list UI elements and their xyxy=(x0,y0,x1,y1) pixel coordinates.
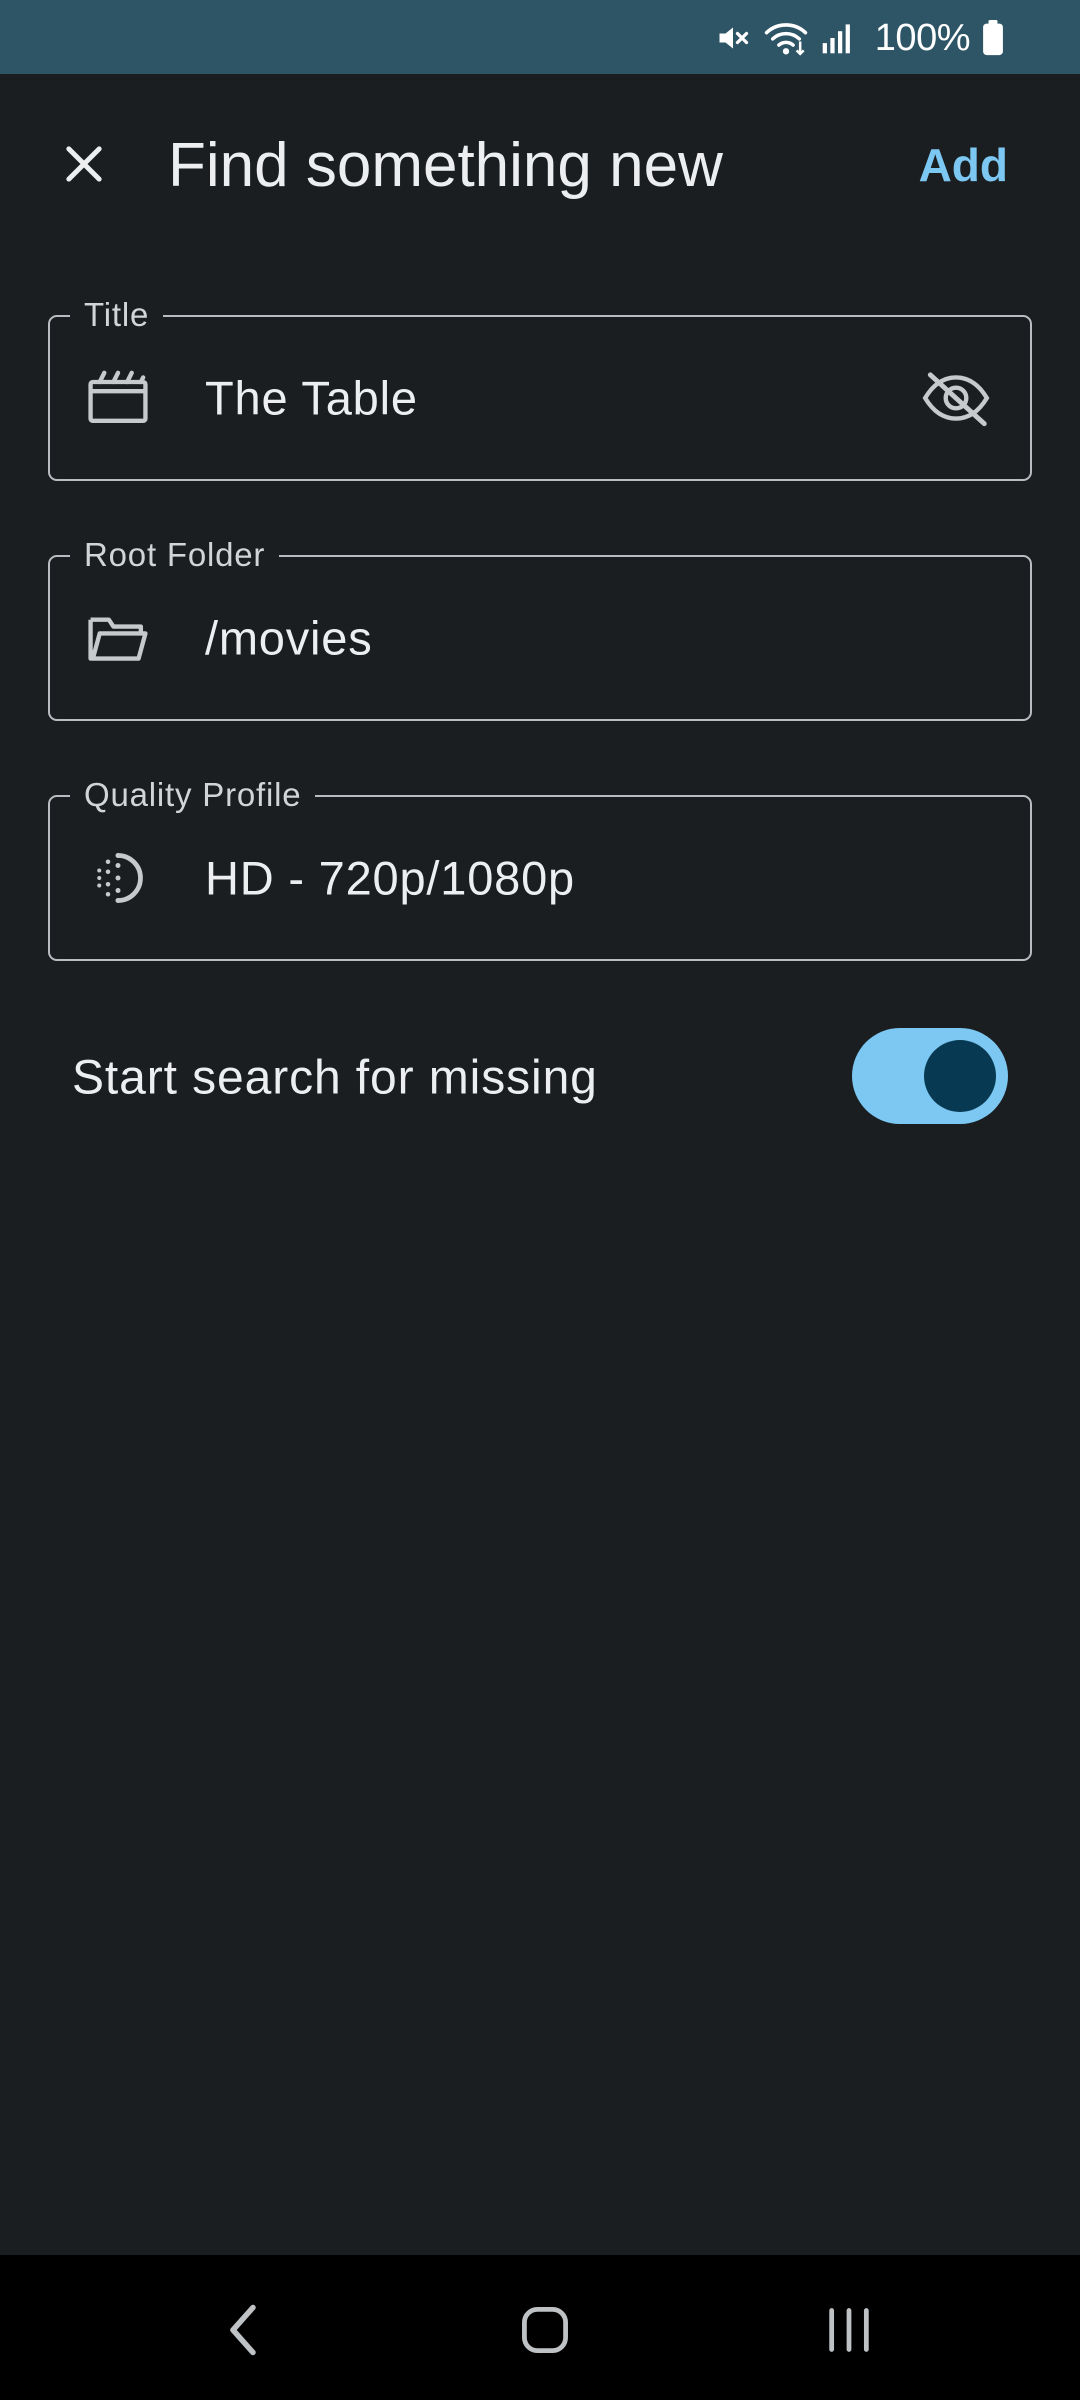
search-missing-label: Start search for missing xyxy=(72,1051,598,1105)
title-field[interactable]: Title The Table xyxy=(48,295,1032,481)
quality-profile-field[interactable]: Quality Profile HD - 720p/1080p xyxy=(48,775,1032,961)
close-icon xyxy=(66,146,102,182)
home-icon xyxy=(522,2307,568,2353)
mute-icon xyxy=(715,20,751,56)
title-value: The Table xyxy=(205,371,418,425)
root-folder-value: /movies xyxy=(205,611,373,665)
recents-icon xyxy=(829,2308,869,2352)
battery-icon xyxy=(982,20,1004,56)
search-missing-toggle[interactable] xyxy=(852,1028,1008,1124)
clapperboard-icon xyxy=(86,366,150,430)
page-title: Find something new xyxy=(168,131,723,200)
status-icons: 100% xyxy=(715,14,1004,62)
close-button[interactable] xyxy=(44,124,124,204)
search-missing-row[interactable]: Start search for missing xyxy=(0,1020,1080,1136)
status-bar: 100% xyxy=(0,0,1080,74)
wifi-icon xyxy=(763,18,809,58)
system-nav-bar xyxy=(0,2255,1080,2400)
quality-profile-value: HD - 720p/1080p xyxy=(205,851,575,905)
root-folder-label: Root Folder xyxy=(70,535,280,575)
home-button[interactable] xyxy=(500,2285,590,2375)
toggle-thumb xyxy=(924,1040,996,1112)
screen: 100% Find something new Add Title The Ta… xyxy=(0,0,1080,2400)
folder-open-icon xyxy=(86,606,150,670)
quality-icon xyxy=(86,846,150,910)
back-icon xyxy=(230,2304,256,2356)
recents-button[interactable] xyxy=(804,2285,894,2375)
visibility-off-icon[interactable] xyxy=(918,360,994,436)
add-button[interactable]: Add xyxy=(919,138,1008,192)
back-button[interactable] xyxy=(198,2285,288,2375)
quality-profile-label: Quality Profile xyxy=(70,775,316,815)
root-folder-field[interactable]: Root Folder /movies xyxy=(48,535,1032,721)
signal-icon xyxy=(821,20,855,56)
title-field-label: Title xyxy=(70,295,164,335)
battery-percentage: 100% xyxy=(874,16,971,59)
top-app-bar: Find something new Add xyxy=(0,74,1080,270)
